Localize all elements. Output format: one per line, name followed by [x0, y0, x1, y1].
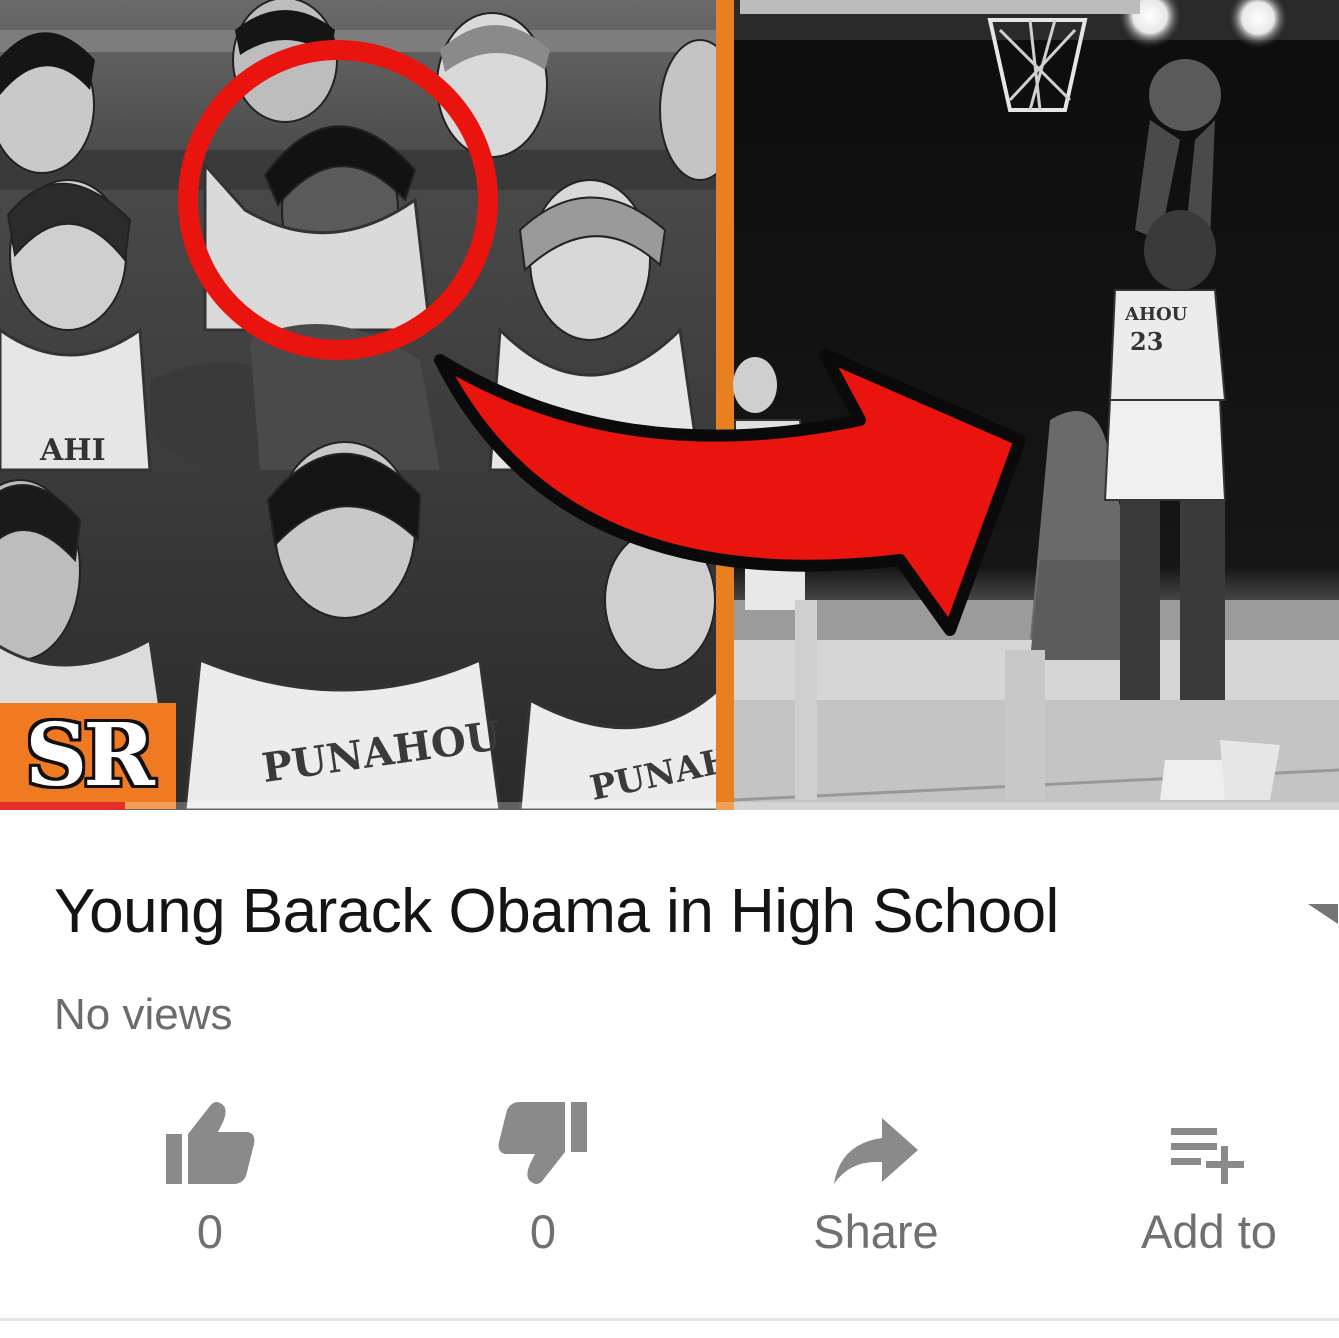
jersey-text-shooter: AHOU	[1124, 304, 1188, 325]
like-count: 0	[196, 1205, 224, 1258]
like-button[interactable]: 0	[44, 1090, 376, 1280]
thumbs-up-icon	[166, 1102, 255, 1184]
action-bar: 0 0 Share Add to	[44, 1090, 1339, 1280]
channel-watermark-text: SR	[25, 705, 155, 806]
divider	[0, 1318, 1339, 1321]
thumbs-down-icon	[498, 1102, 587, 1184]
playlist-add-icon	[1171, 1128, 1244, 1184]
progress-bar[interactable]	[0, 802, 1339, 810]
progress-fill	[0, 802, 125, 810]
image-divider	[716, 0, 734, 810]
video-title: Young Barack Obama in High School	[54, 877, 1059, 946]
expand-details-icon[interactable]	[1306, 900, 1339, 926]
share-button[interactable]: Share	[710, 1090, 1042, 1280]
share-arrow-icon	[834, 1118, 918, 1184]
video-player[interactable]: AHI PUNAHOU PUNAH AHOU 23 SR	[0, 0, 1339, 810]
jersey-text-left: AHI	[39, 433, 106, 468]
dislike-button[interactable]: 0	[377, 1090, 709, 1280]
jersey-number: 23	[1130, 327, 1163, 356]
view-count: No views	[54, 990, 233, 1039]
dislike-count: 0	[529, 1205, 557, 1258]
channel-watermark: SR	[0, 703, 176, 809]
add-to-label: Add to	[1141, 1205, 1277, 1258]
share-label: Share	[813, 1205, 939, 1258]
thumbnail-image: AHI PUNAHOU PUNAH AHOU 23	[0, 0, 1339, 810]
add-to-button[interactable]: Add to	[1043, 1090, 1339, 1280]
